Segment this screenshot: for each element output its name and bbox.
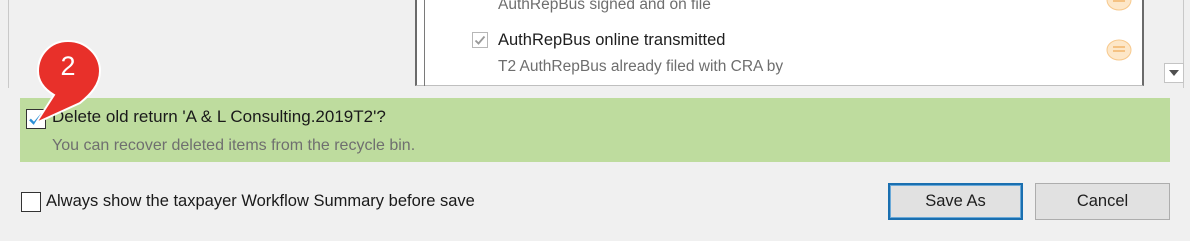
checklist-tree-line [424, 0, 425, 86]
always-show-summary-checkbox[interactable] [21, 192, 41, 212]
cancel-button[interactable]: Cancel [1035, 183, 1170, 220]
checklist-item-title: AuthRepBus online transmitted [498, 31, 726, 49]
scroll-down-button[interactable] [1164, 63, 1184, 83]
recycle-bin-note: You can recover deleted items from the r… [52, 137, 416, 154]
checklist-item-subtext: AuthRepBus signed and on file [498, 0, 711, 13]
check-icon [474, 35, 486, 45]
always-show-summary-label: Always show the taxpayer Workflow Summar… [46, 192, 475, 210]
note-icon[interactable] [1106, 0, 1132, 12]
chevron-down-icon [1169, 70, 1179, 76]
checklist-item-checkbox[interactable] [472, 32, 488, 48]
checklist-item-subtext: T2 AuthRepBus already filed with CRA by [498, 58, 784, 75]
workflow-checklist-area: AuthRepBus signed and on file AuthRepBus… [0, 0, 1190, 98]
step-callout-number: 2 [60, 51, 76, 81]
divider [8, 0, 9, 88]
note-icon[interactable] [1106, 38, 1132, 62]
save-as-button[interactable]: Save As [888, 183, 1023, 220]
